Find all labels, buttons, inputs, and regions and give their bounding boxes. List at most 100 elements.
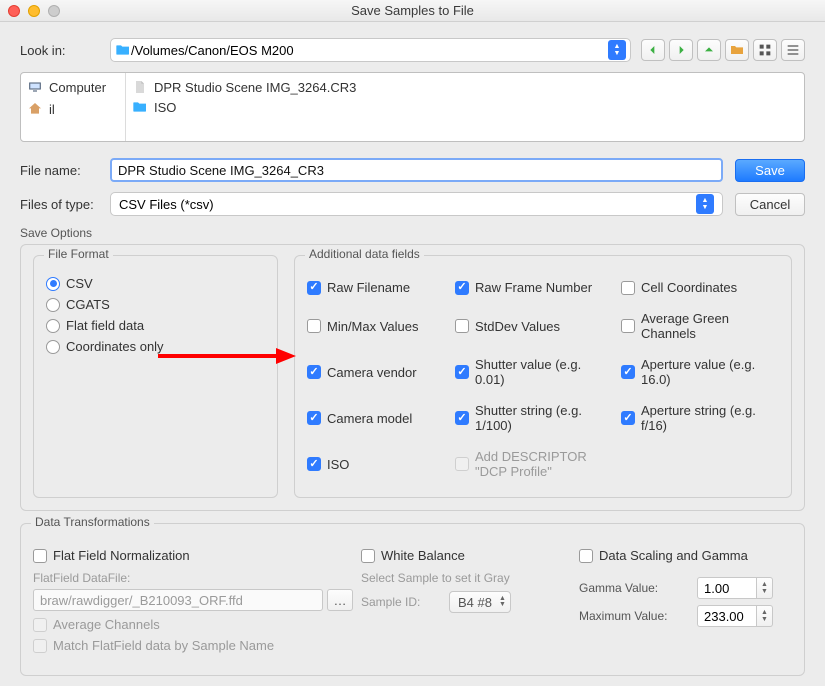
checkbox-icon	[361, 549, 375, 563]
nav-back-button[interactable]	[641, 39, 665, 61]
radio-csv[interactable]: CSV	[46, 276, 265, 291]
list-view-button[interactable]	[781, 39, 805, 61]
data-transforms-group: Data Transformations Flat Field Normaliz…	[20, 523, 805, 676]
flat-field-checkbox[interactable]: Flat Field Normalization	[33, 548, 353, 563]
flatfield-datafile-label: FlatField DataFile:	[33, 571, 353, 585]
checkbox-icon	[33, 639, 47, 653]
radio-label: CGATS	[66, 297, 110, 312]
field-checkbox[interactable]: Camera model	[307, 403, 447, 433]
filetype-select[interactable]: CSV Files (*csv) ▲▼	[110, 192, 723, 216]
sidebar-item-label: Computer	[49, 80, 106, 95]
checkbox-label: Flat Field Normalization	[53, 548, 190, 563]
checkbox-label: ISO	[327, 457, 349, 472]
checkbox-label: Add DESCRIPTOR "DCP Profile"	[475, 449, 613, 479]
file-format-legend: File Format	[44, 247, 113, 261]
checkbox-label: Data Scaling and Gamma	[599, 548, 748, 563]
lookin-select[interactable]: /Volumes/Canon/EOS M200 ▲▼	[110, 38, 631, 62]
max-value-input[interactable]	[697, 605, 757, 627]
file-browser-sidebar: Computer il	[21, 73, 126, 141]
gamma-col: Data Scaling and Gamma Gamma Value: ▲▼ M…	[579, 538, 792, 663]
field-checkbox[interactable]: Average Green Channels	[621, 311, 779, 341]
checkbox-icon	[455, 365, 469, 379]
field-checkbox[interactable]: Raw Filename	[307, 280, 447, 295]
sidebar-item-label: il	[49, 102, 55, 117]
browse-button[interactable]: …	[327, 589, 353, 611]
filename-label: File name:	[20, 163, 110, 178]
checkbox-icon	[33, 618, 47, 632]
additional-fields-group: Additional data fields Raw FilenameRaw F…	[294, 255, 792, 498]
checkbox-label: Raw Filename	[327, 280, 410, 295]
checkbox-icon	[307, 281, 321, 295]
field-checkbox[interactable]: ISO	[307, 449, 447, 479]
file-browser-list: DPR Studio Scene IMG_3264.CR3 ISO	[126, 73, 804, 141]
file-list-item-label: DPR Studio Scene IMG_3264.CR3	[154, 80, 356, 95]
field-checkbox: Add DESCRIPTOR "DCP Profile"	[455, 449, 613, 479]
radio-flat-field[interactable]: Flat field data	[46, 318, 265, 333]
sample-id-select[interactable]: B4 #8▲▼	[449, 591, 511, 613]
lookin-label: Look in:	[20, 43, 110, 58]
checkbox-icon	[307, 411, 321, 425]
radio-label: CSV	[66, 276, 93, 291]
arrow-right-icon	[673, 42, 689, 58]
cancel-button[interactable]: Cancel	[735, 193, 805, 216]
new-folder-button[interactable]	[725, 39, 749, 61]
data-scaling-checkbox[interactable]: Data Scaling and Gamma	[579, 548, 792, 563]
lookin-path: /Volumes/Canon/EOS M200	[131, 43, 294, 58]
field-checkbox[interactable]: Camera vendor	[307, 357, 447, 387]
checkbox-icon	[621, 319, 635, 333]
file-browser: Computer il DPR Studio Scene IMG_3264.CR…	[20, 72, 805, 142]
radio-coordinates[interactable]: Coordinates only	[46, 339, 265, 354]
checkbox-label: Cell Coordinates	[641, 280, 737, 295]
flat-field-col: Flat Field Normalization FlatField DataF…	[33, 538, 353, 663]
field-checkbox[interactable]: Raw Frame Number	[455, 280, 613, 295]
flatfield-datafile-input	[33, 589, 323, 611]
icon-view-button[interactable]	[753, 39, 777, 61]
field-checkbox[interactable]: Shutter value (e.g. 0.01)	[455, 357, 613, 387]
checkbox-icon	[621, 411, 635, 425]
radio-icon	[46, 298, 60, 312]
nav-up-button[interactable]	[697, 39, 721, 61]
radio-cgats[interactable]: CGATS	[46, 297, 265, 312]
filename-input[interactable]	[110, 158, 723, 182]
sidebar-item-home[interactable]: il	[27, 101, 119, 117]
field-checkbox[interactable]: StdDev Values	[455, 311, 613, 341]
checkbox-icon	[307, 457, 321, 471]
arrow-left-icon	[645, 42, 661, 58]
gamma-label: Gamma Value:	[579, 581, 689, 595]
white-balance-checkbox[interactable]: White Balance	[361, 548, 571, 563]
field-checkbox[interactable]: Shutter string (e.g. 1/100)	[455, 403, 613, 433]
gamma-spinner[interactable]: ▲▼	[697, 577, 773, 599]
file-list-item[interactable]: DPR Studio Scene IMG_3264.CR3	[132, 79, 798, 95]
radio-icon	[46, 340, 60, 354]
match-flatfield-checkbox: Match FlatField data by Sample Name	[33, 638, 353, 653]
file-list-item-label: ISO	[154, 100, 176, 115]
file-format-group: File Format CSV CGATS Flat field data Co…	[33, 255, 278, 498]
max-value-label: Maximum Value:	[579, 609, 689, 623]
field-checkbox[interactable]: Min/Max Values	[307, 311, 447, 341]
nav-forward-button[interactable]	[669, 39, 693, 61]
checkbox-label: Aperture string (e.g. f/16)	[641, 403, 779, 433]
radio-label: Coordinates only	[66, 339, 164, 354]
folder-icon	[132, 99, 148, 115]
checkbox-label: Shutter string (e.g. 1/100)	[475, 403, 613, 433]
field-checkbox[interactable]: Aperture string (e.g. f/16)	[621, 403, 779, 433]
avg-channels-checkbox: Average Channels	[33, 617, 353, 632]
max-value-spinner[interactable]: ▲▼	[697, 605, 773, 627]
radio-icon	[46, 319, 60, 333]
spinner-buttons[interactable]: ▲▼	[757, 605, 773, 627]
titlebar: Save Samples to File	[0, 0, 825, 22]
checkbox-label: Match FlatField data by Sample Name	[53, 638, 274, 653]
checkbox-label: Average Green Channels	[641, 311, 779, 341]
file-list-item[interactable]: ISO	[132, 99, 798, 115]
sidebar-item-computer[interactable]: Computer	[27, 79, 119, 95]
radio-label: Flat field data	[66, 318, 144, 333]
checkbox-label: Min/Max Values	[327, 319, 419, 334]
gamma-input[interactable]	[697, 577, 757, 599]
field-checkbox[interactable]: Cell Coordinates	[621, 280, 779, 295]
field-checkbox[interactable]: Aperture value (e.g. 16.0)	[621, 357, 779, 387]
spinner-buttons[interactable]: ▲▼	[757, 577, 773, 599]
save-options-label: Save Options	[20, 226, 805, 240]
save-button[interactable]: Save	[735, 159, 805, 182]
checkbox-icon	[307, 365, 321, 379]
checkbox-icon	[455, 457, 469, 471]
